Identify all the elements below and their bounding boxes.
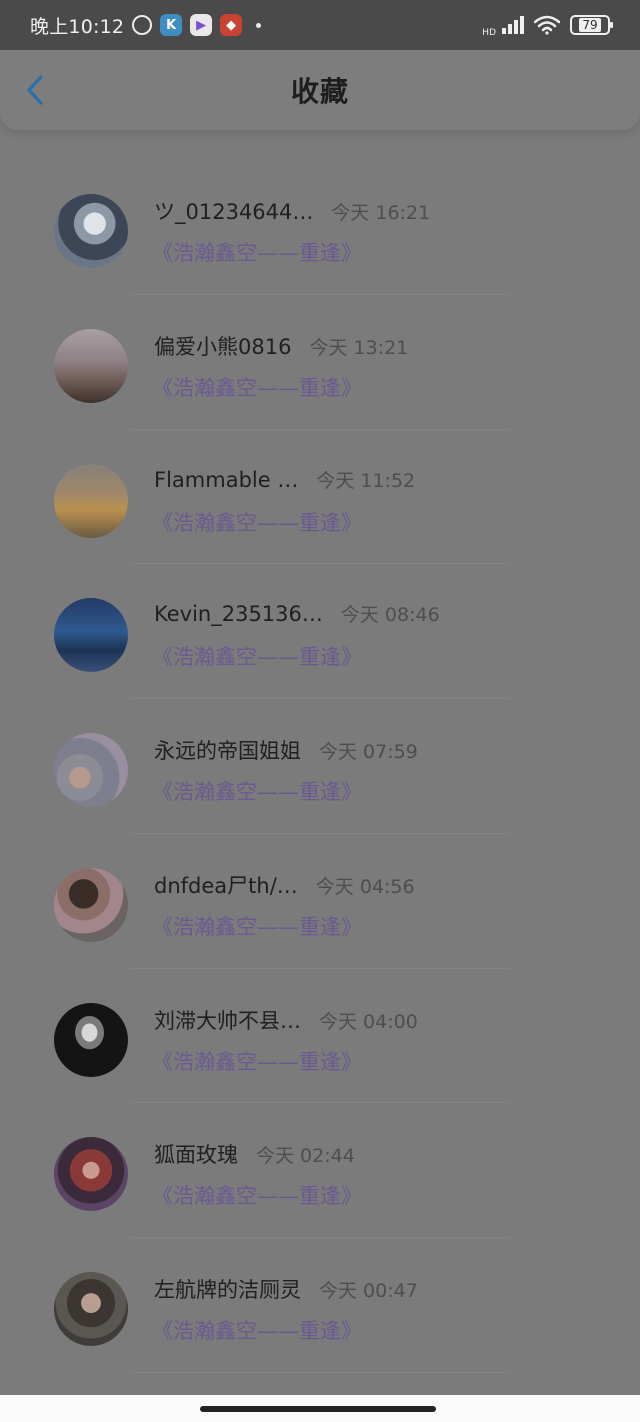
item-time: 今天 07:59 <box>319 741 418 763</box>
item-name: 左航牌的洁厕灵 <box>154 1278 301 1302</box>
chevron-left-icon <box>27 75 43 105</box>
item-name: dnfdea尸th/… <box>154 873 298 898</box>
item-time: 今天 04:00 <box>319 1010 418 1033</box>
item-subtitle: 《浩瀚鑫空——重逢》 <box>152 375 362 400</box>
item-subtitle: 《浩瀚鑫空——重逢》 <box>152 1184 362 1209</box>
wifi-icon <box>534 15 560 35</box>
signal-icon <box>502 16 524 34</box>
status-time: 晚上10:12 <box>30 15 125 38</box>
item-name: 刘滞大帅不县… <box>154 1008 301 1033</box>
avatar[interactable] <box>54 194 128 268</box>
list-item[interactable]: Kevin_235136… 今天 08:46 《浩瀚鑫空——重逢》 <box>0 564 640 699</box>
item-time: 今天 11:52 <box>316 469 416 492</box>
item-time: 今天 00:47 <box>319 1280 418 1302</box>
item-time: 今天 08:46 <box>340 604 440 627</box>
k-app-icon: K <box>160 14 183 36</box>
item-name: ツ_01234644… <box>154 200 314 224</box>
item-name: 狐面玫瑰 <box>154 1143 238 1168</box>
video-play-icon: ▶ <box>190 14 213 36</box>
avatar[interactable] <box>54 463 128 538</box>
header: 收藏 <box>0 50 640 130</box>
item-name: Flammable … <box>154 467 299 492</box>
page-title: 收藏 <box>290 75 349 108</box>
status-indicators: HD 79 <box>482 13 613 38</box>
item-subtitle: 《浩瀚鑫空——重逢》 <box>152 1319 362 1343</box>
item-time: 今天 02:44 <box>256 1145 355 1168</box>
home-indicator[interactable] <box>200 1406 436 1412</box>
item-subtitle: 《浩瀚鑫空——重逢》 <box>152 1049 362 1074</box>
network-label: HD <box>482 27 496 38</box>
red-app-icon: ◆ <box>220 14 243 36</box>
list-item[interactable]: 刘滞大帅不县… 今天 04:00 《浩瀚鑫空——重逢》 <box>0 969 640 1104</box>
avatar[interactable] <box>54 733 128 807</box>
divider <box>130 1371 510 1373</box>
item-subtitle: 《浩瀚鑫空——重逢》 <box>152 645 362 670</box>
item-time: 今天 04:56 <box>315 875 415 898</box>
status-app-icons: K ▶ ◆ <box>132 14 262 36</box>
list-item[interactable]: 偏爱小熊0816 今天 13:21 《浩瀚鑫空——重逢》 <box>0 295 640 430</box>
avatar[interactable] <box>54 867 128 942</box>
battery-level: 79 <box>579 18 601 32</box>
item-subtitle: 《浩瀚鑫空——重逢》 <box>152 510 362 535</box>
list-item[interactable]: 永远的帝国姐姐 今天 07:59 《浩瀚鑫空——重逢》 <box>0 699 640 834</box>
item-subtitle: 《浩瀚鑫空——重逢》 <box>152 780 362 804</box>
alarm-icon <box>132 15 153 35</box>
item-subtitle: 《浩瀚鑫空——重逢》 <box>152 241 362 265</box>
avatar[interactable] <box>54 1272 128 1346</box>
status-bar: 晚上10:12 K ▶ ◆ HD 79 <box>0 0 640 50</box>
list-item[interactable]: 左航牌的洁厕灵 今天 00:47 《浩瀚鑫空——重逢》 <box>0 1238 640 1373</box>
avatar[interactable] <box>54 598 128 673</box>
avatar[interactable] <box>54 1002 128 1077</box>
favorites-screen: 晚上10:12 K ▶ ◆ HD 79 收藏 ツ_01234644… 今天 16… <box>0 0 640 1422</box>
item-subtitle: 《浩瀚鑫空——重逢》 <box>152 914 362 939</box>
item-name: Kevin_235136… <box>154 602 323 627</box>
battery-icon: 79 <box>570 15 613 35</box>
notification-dot-icon <box>256 22 262 28</box>
list-item[interactable]: 狐面玫瑰 今天 02:44 《浩瀚鑫空——重逢》 <box>0 1103 640 1238</box>
favorites-list: ツ_01234644… 今天 16:21 《浩瀚鑫空——重逢》 偏爱小熊0816… <box>0 160 640 1373</box>
back-button[interactable] <box>18 72 52 108</box>
item-name: 偏爱小熊0816 <box>154 334 292 359</box>
list-item[interactable]: dnfdea尸th/… 今天 04:56 《浩瀚鑫空——重逢》 <box>0 834 640 969</box>
item-time: 今天 16:21 <box>331 202 431 224</box>
item-name: 永远的帝国姐姐 <box>154 739 301 763</box>
list-item[interactable]: ツ_01234644… 今天 16:21 《浩瀚鑫空——重逢》 <box>0 160 640 295</box>
list-item[interactable]: Flammable … 今天 11:52 《浩瀚鑫空——重逢》 <box>0 430 640 565</box>
item-time: 今天 13:21 <box>309 336 409 359</box>
avatar[interactable] <box>54 328 128 403</box>
avatar[interactable] <box>54 1137 128 1212</box>
